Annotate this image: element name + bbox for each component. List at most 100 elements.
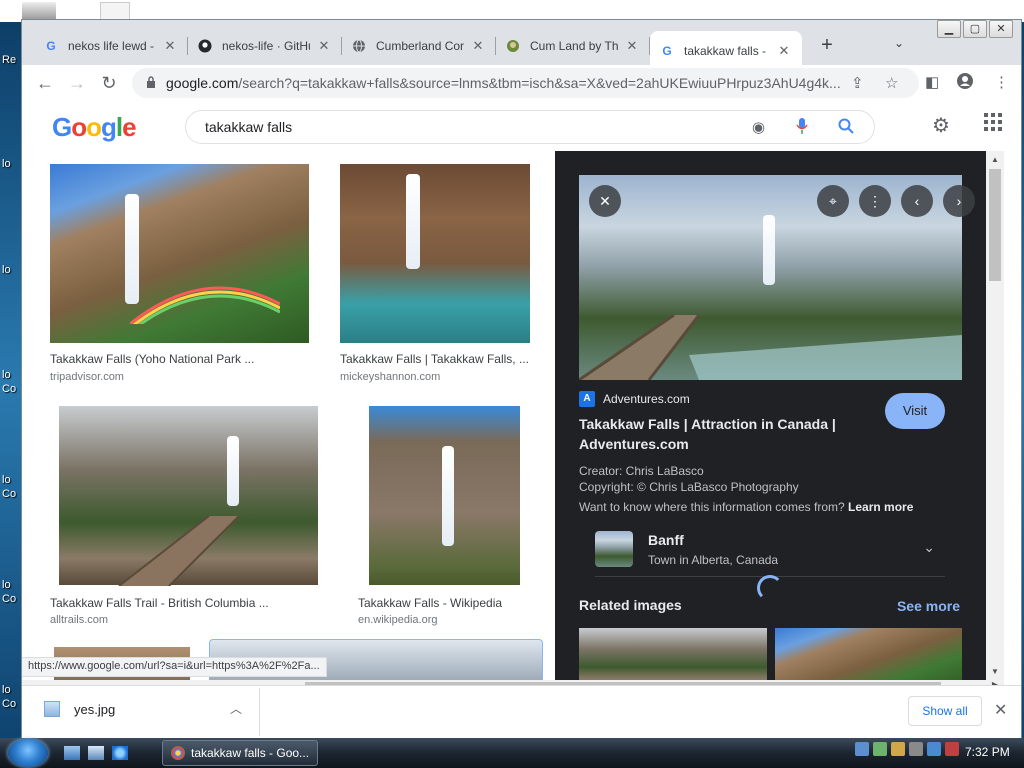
browser-menu-icon[interactable]: ⋮ [994, 73, 1009, 91]
result-image[interactable] [50, 164, 309, 343]
tab-3[interactable]: Cumberland Cor ✕ [342, 31, 496, 60]
result-image[interactable] [369, 406, 520, 585]
vertical-scrollbar[interactable]: ▲ ▼ [986, 151, 1004, 680]
settings-gear-icon[interactable]: ⚙ [932, 113, 950, 138]
show-all-button[interactable]: Show all [908, 696, 982, 726]
see-more-link[interactable]: See more [897, 598, 960, 614]
result-image[interactable] [340, 164, 530, 343]
image-result-card[interactable]: Takakkaw Falls (Yoho National Park ... t… [50, 164, 310, 384]
result-source[interactable]: tripadvisor.com [50, 371, 124, 383]
microphone-icon[interactable] [796, 118, 808, 138]
lock-icon[interactable] [146, 76, 156, 88]
desktop-icon-label[interactable]: Co [2, 698, 16, 710]
knowledge-entity-row[interactable]: Banff Town in Alberta, Canada ⌄ [595, 521, 945, 577]
result-caption[interactable]: Takakkaw Falls (Yoho National Park ... [50, 352, 254, 366]
document-icon[interactable] [100, 2, 130, 20]
google-icon: G [46, 38, 56, 53]
image-result-card[interactable]: Takakkaw Falls Trail - British Columbia … [50, 406, 340, 626]
apps-grid-icon[interactable] [984, 113, 1002, 136]
desktop-icon-label[interactable]: Co [2, 383, 16, 395]
search-box[interactable]: takakkaw falls ◉ [185, 110, 875, 144]
result-source[interactable]: mickeyshannon.com [340, 371, 440, 383]
volume-muted-icon[interactable] [945, 742, 959, 756]
chevron-down-icon[interactable]: ⌄ [923, 539, 935, 556]
camera-search-icon[interactable]: ◉ [752, 118, 765, 136]
image-result-card[interactable]: Takakkaw Falls | Takakkaw Falls, ... mic… [340, 164, 550, 384]
desktop-icon-label[interactable]: lo [2, 369, 11, 381]
scroll-up-icon[interactable]: ▲ [991, 155, 999, 164]
preview-site-name[interactable]: Adventures.com [603, 392, 690, 406]
tab-search-chevron-icon[interactable]: ⌄ [894, 36, 904, 50]
share-icon[interactable]: ⇪ [851, 74, 864, 92]
related-image[interactable] [775, 628, 962, 680]
visual-search-icon[interactable]: ⌖ [817, 185, 849, 217]
preview-source[interactable]: A Adventures.com [579, 391, 690, 407]
network-icon[interactable] [927, 742, 941, 756]
search-icon[interactable] [838, 118, 854, 138]
taskbar-chrome-window[interactable]: takakkaw falls - Goo... [162, 740, 318, 766]
bookmark-star-icon[interactable]: ☆ [885, 74, 898, 92]
tray-icon[interactable] [891, 742, 905, 756]
forward-button[interactable]: → [65, 71, 89, 95]
desktop-icon-label[interactable]: lo [2, 579, 11, 591]
next-image-icon[interactable]: › [943, 185, 975, 217]
flower-image-icon[interactable] [175, 2, 217, 20]
close-tab-icon[interactable]: ✕ [316, 38, 332, 54]
close-window-button[interactable]: ✕ [989, 20, 1013, 38]
result-source[interactable]: alltrails.com [50, 614, 108, 626]
result-source[interactable]: en.wikipedia.org [358, 614, 438, 626]
preview-title[interactable]: Takakkaw Falls | Attraction in Canada | … [579, 414, 859, 454]
profile-avatar-icon[interactable] [957, 73, 973, 93]
desktop-icon-label[interactable]: Re [2, 54, 16, 66]
url-text[interactable]: google.com/search?q=takakkaw+falls&sourc… [166, 75, 846, 91]
chevron-up-icon[interactable]: ︿ [230, 700, 242, 717]
recycle-bin-icon[interactable] [22, 2, 56, 20]
tray-icon[interactable] [855, 742, 869, 756]
new-tab-button[interactable]: + [817, 35, 837, 55]
result-image[interactable] [59, 406, 318, 586]
internet-explorer-icon[interactable] [112, 746, 128, 760]
start-button[interactable] [8, 739, 48, 767]
image-result-card[interactable]: Takakkaw Falls - Wikipedia en.wikipedia.… [358, 406, 548, 626]
visit-button[interactable]: Visit [885, 393, 945, 429]
download-filename[interactable]: yes.jpg [74, 702, 115, 717]
download-item[interactable]: yes.jpg [44, 701, 115, 717]
close-tab-icon[interactable]: ✕ [162, 38, 178, 54]
result-caption[interactable]: Takakkaw Falls Trail - British Columbia … [50, 596, 269, 610]
previous-image-icon[interactable]: ‹ [901, 185, 933, 217]
learn-more-link[interactable]: Learn more [848, 500, 913, 514]
switch-windows-icon[interactable] [88, 746, 104, 760]
desktop-icon-label[interactable]: lo [2, 684, 11, 696]
tab-4[interactable]: Cum Land by The ✕ [496, 31, 650, 60]
tray-icon[interactable] [909, 742, 923, 756]
desktop-icon-label[interactable]: lo [2, 264, 11, 276]
close-shelf-icon[interactable]: ✕ [994, 700, 1007, 720]
google-logo[interactable]: Google [52, 112, 137, 143]
related-image[interactable] [579, 628, 767, 680]
scrollbar-thumb[interactable] [989, 169, 1001, 281]
desktop-icon-label[interactable]: Co [2, 488, 16, 500]
desktop-icon-label[interactable]: Co [2, 593, 16, 605]
side-panel-icon[interactable]: ◧ [925, 73, 939, 91]
clock[interactable]: 7:32 PM [965, 745, 1010, 759]
more-options-icon[interactable]: ⋮ [859, 185, 891, 217]
result-caption[interactable]: Takakkaw Falls | Takakkaw Falls, ... [340, 352, 529, 366]
maximize-button[interactable]: ▢ [963, 20, 987, 38]
result-caption[interactable]: Takakkaw Falls - Wikipedia [358, 596, 502, 610]
desktop-icon-label[interactable]: lo [2, 158, 11, 170]
show-desktop-icon[interactable] [64, 746, 80, 760]
reload-button[interactable]: ↻ [97, 71, 121, 95]
tab-1[interactable]: G nekos life lewd - ✕ [34, 31, 188, 60]
close-tab-icon[interactable]: ✕ [624, 38, 640, 54]
close-tab-icon[interactable]: ✕ [776, 43, 792, 59]
address-bar[interactable]: google.com/search?q=takakkaw+falls&sourc… [132, 68, 919, 98]
minimize-button[interactable]: ▁ [937, 20, 961, 38]
close-tab-icon[interactable]: ✕ [470, 38, 486, 54]
back-button[interactable]: ← [33, 71, 57, 95]
close-preview-icon[interactable]: ✕ [589, 185, 621, 217]
scroll-down-icon[interactable]: ▼ [991, 667, 999, 676]
tab-2[interactable]: nekos-life · GitHu ✕ [188, 31, 342, 60]
tray-icon[interactable] [873, 742, 887, 756]
search-query[interactable]: takakkaw falls [205, 119, 292, 135]
desktop-icon-label[interactable]: lo [2, 474, 11, 486]
